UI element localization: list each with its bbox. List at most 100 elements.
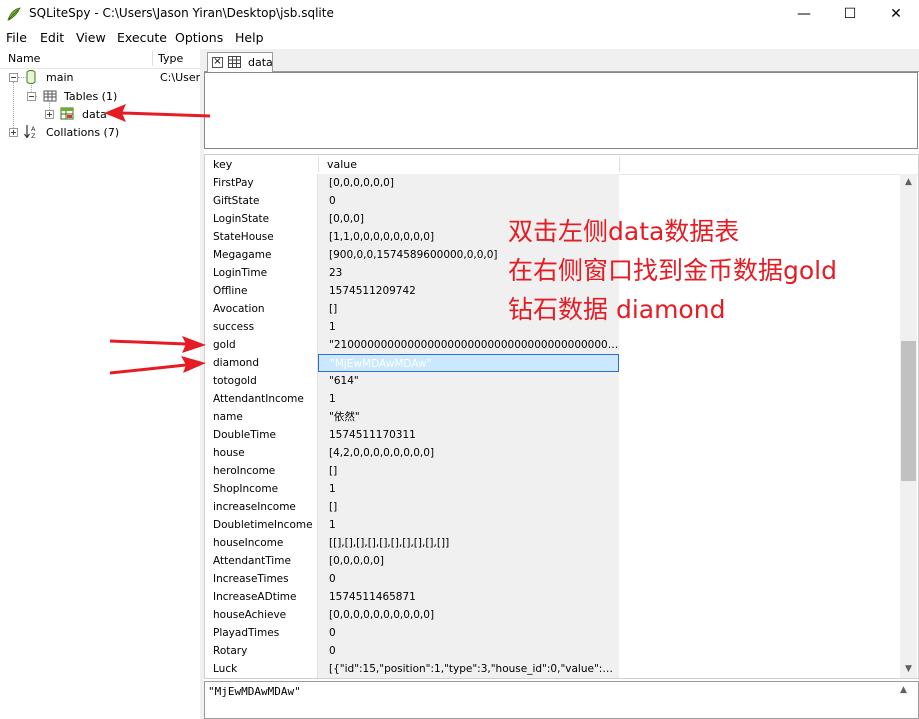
table-row[interactable]: GiftState 0 [205, 192, 623, 210]
grid-vertical-scrollbar[interactable]: ▲ ▼ [900, 174, 917, 678]
cell-key[interactable]: house [205, 444, 318, 462]
cell-key[interactable]: IncreaseADtime [205, 588, 318, 606]
cell-value[interactable]: 1 [318, 516, 619, 534]
cell-value[interactable]: 1574511170311 [318, 426, 619, 444]
cell-key[interactable]: DoubletimeIncome [205, 516, 318, 534]
menu-execute[interactable]: Execute [117, 30, 167, 45]
table-row[interactable]: DoubletimeIncome 1 [205, 516, 623, 534]
table-row[interactable]: FirstPay [0,0,0,0,0,0] [205, 174, 623, 192]
cell-key[interactable]: LoginTime [205, 264, 318, 282]
cell-key[interactable]: totogold [205, 372, 318, 390]
cell-key[interactable]: diamond [205, 354, 318, 372]
cell-key[interactable]: Luck [205, 660, 318, 678]
table-row[interactable]: PlayadTimes 0 [205, 624, 623, 642]
cell-value[interactable]: "MjEwMDAwMDAw" [318, 354, 619, 372]
cell-key[interactable]: success [205, 318, 318, 336]
expand-data-toggle[interactable] [45, 110, 54, 119]
cell-value[interactable]: 0 [318, 624, 619, 642]
cell-key[interactable]: AttendantIncome [205, 390, 318, 408]
cell-key[interactable]: gold [205, 336, 318, 354]
table-row[interactable]: AttendantIncome 1 [205, 390, 623, 408]
cell-key[interactable]: heroIncome [205, 462, 318, 480]
table-row[interactable]: heroIncome [] [205, 462, 623, 480]
cell-key[interactable]: ShopIncome [205, 480, 318, 498]
scrollbar-thumb[interactable] [901, 341, 916, 481]
maximize-button[interactable]: ☐ [827, 0, 873, 28]
grid-column-separator[interactable] [318, 157, 319, 172]
table-row[interactable]: totogold "614" [205, 372, 623, 390]
cell-key[interactable]: Offline [205, 282, 318, 300]
table-row[interactable]: Rotary 0 [205, 642, 623, 660]
grid-header-key[interactable]: key [213, 158, 232, 171]
menu-edit[interactable]: Edit [40, 30, 64, 45]
cell-key[interactable]: increaseIncome [205, 498, 318, 516]
cell-value[interactable]: "210000000000000000000000000000000000000… [318, 336, 619, 354]
collapse-main-toggle[interactable] [9, 73, 18, 82]
tree-column-name[interactable]: Name [8, 52, 40, 65]
cell-key[interactable]: Megagame [205, 246, 318, 264]
scroll-down-arrow-icon[interactable]: ▼ [900, 661, 917, 678]
table-row[interactable]: increaseIncome [] [205, 498, 623, 516]
table-row[interactable]: AttendantTime [0,0,0,0,0] [205, 552, 623, 570]
cell-key[interactable]: FirstPay [205, 174, 318, 192]
cell-key[interactable]: DoubleTime [205, 426, 318, 444]
grid-header-value[interactable]: value [327, 158, 357, 171]
cell-value-editor[interactable]: "MjEwMDAwMDAw" [204, 681, 919, 719]
expand-collations-toggle[interactable] [9, 128, 18, 137]
cell-key[interactable]: GiftState [205, 192, 318, 210]
cell-value[interactable]: "614" [318, 372, 619, 390]
cell-value[interactable]: [0,0,0,0,0,0] [318, 174, 619, 192]
tree-column-type[interactable]: Type [158, 52, 183, 65]
cell-key[interactable]: Avocation [205, 300, 318, 318]
table-row[interactable]: houseIncome [[],[],[],[],[],[],[],[],[],[… [205, 534, 623, 552]
table-row[interactable]: ShopIncome 1 [205, 480, 623, 498]
table-row[interactable]: houseAchieve [0,0,0,0,0,0,0,0,0,0] [205, 606, 623, 624]
cell-key[interactable]: IncreaseTimes [205, 570, 318, 588]
cell-value[interactable]: [4,2,0,0,0,0,0,0,0,0] [318, 444, 619, 462]
tab-data[interactable]: × data [207, 52, 273, 72]
cell-value[interactable]: [[],[],[],[],[],[],[],[],[],[]] [318, 534, 619, 552]
menu-options[interactable]: Options [175, 30, 223, 45]
cell-value[interactable]: [{"id":15,"position":1,"type":3,"house_i… [318, 660, 619, 678]
cell-key[interactable]: name [205, 408, 318, 426]
tree-column-separator[interactable] [152, 51, 153, 66]
cell-key[interactable]: houseAchieve [205, 606, 318, 624]
cell-value[interactable]: [] [318, 462, 619, 480]
minimize-button[interactable]: — [781, 0, 827, 28]
tab-close-icon[interactable]: × [212, 57, 223, 68]
cell-key[interactable]: LoginState [205, 210, 318, 228]
scroll-up-arrow-icon[interactable]: ▲ [900, 174, 917, 191]
cell-key[interactable]: PlayadTimes [205, 624, 318, 642]
table-row[interactable]: DoubleTime 1574511170311 [205, 426, 623, 444]
table-row[interactable]: Luck [{"id":15,"position":1,"type":3,"hou… [205, 660, 623, 678]
cell-value[interactable]: [0,0,0,0,0] [318, 552, 619, 570]
menu-file[interactable]: File [6, 30, 27, 45]
cell-key[interactable]: houseIncome [205, 534, 318, 552]
collapse-tables-toggle[interactable] [27, 92, 36, 101]
cell-value[interactable]: 0 [318, 642, 619, 660]
cell-value[interactable]: [] [318, 498, 619, 516]
table-row[interactable]: IncreaseTimes 0 [205, 570, 623, 588]
cell-value[interactable]: 1 [318, 480, 619, 498]
table-row[interactable]: house [4,2,0,0,0,0,0,0,0,0] [205, 444, 623, 462]
cell-key[interactable]: Rotary [205, 642, 318, 660]
cell-value[interactable]: "依然" [318, 408, 619, 426]
sql-editor[interactable] [204, 72, 918, 149]
cell-key[interactable]: AttendantTime [205, 552, 318, 570]
table-row[interactable]: diamond "MjEwMDAwMDAw" [205, 354, 623, 372]
table-row[interactable]: name "依然" [205, 408, 623, 426]
table-row[interactable]: gold "21000000000000000000000000000000000… [205, 336, 623, 354]
cell-key[interactable]: StateHouse [205, 228, 318, 246]
menu-help[interactable]: Help [235, 30, 264, 45]
cell-value[interactable]: 0 [318, 192, 619, 210]
cell-value[interactable]: 0 [318, 570, 619, 588]
tree-node-main[interactable]: main [46, 71, 73, 84]
table-row[interactable]: IncreaseADtime 1574511465871 [205, 588, 623, 606]
cell-value[interactable]: 1 [318, 390, 619, 408]
editor-scroll-up-arrow-icon[interactable]: ▲ [895, 683, 912, 697]
grid-column-separator[interactable] [619, 157, 620, 172]
close-button[interactable]: ✕ [873, 0, 919, 28]
cell-value[interactable]: [0,0,0,0,0,0,0,0,0,0] [318, 606, 619, 624]
menu-view[interactable]: View [76, 30, 106, 45]
cell-value[interactable]: 1574511465871 [318, 588, 619, 606]
